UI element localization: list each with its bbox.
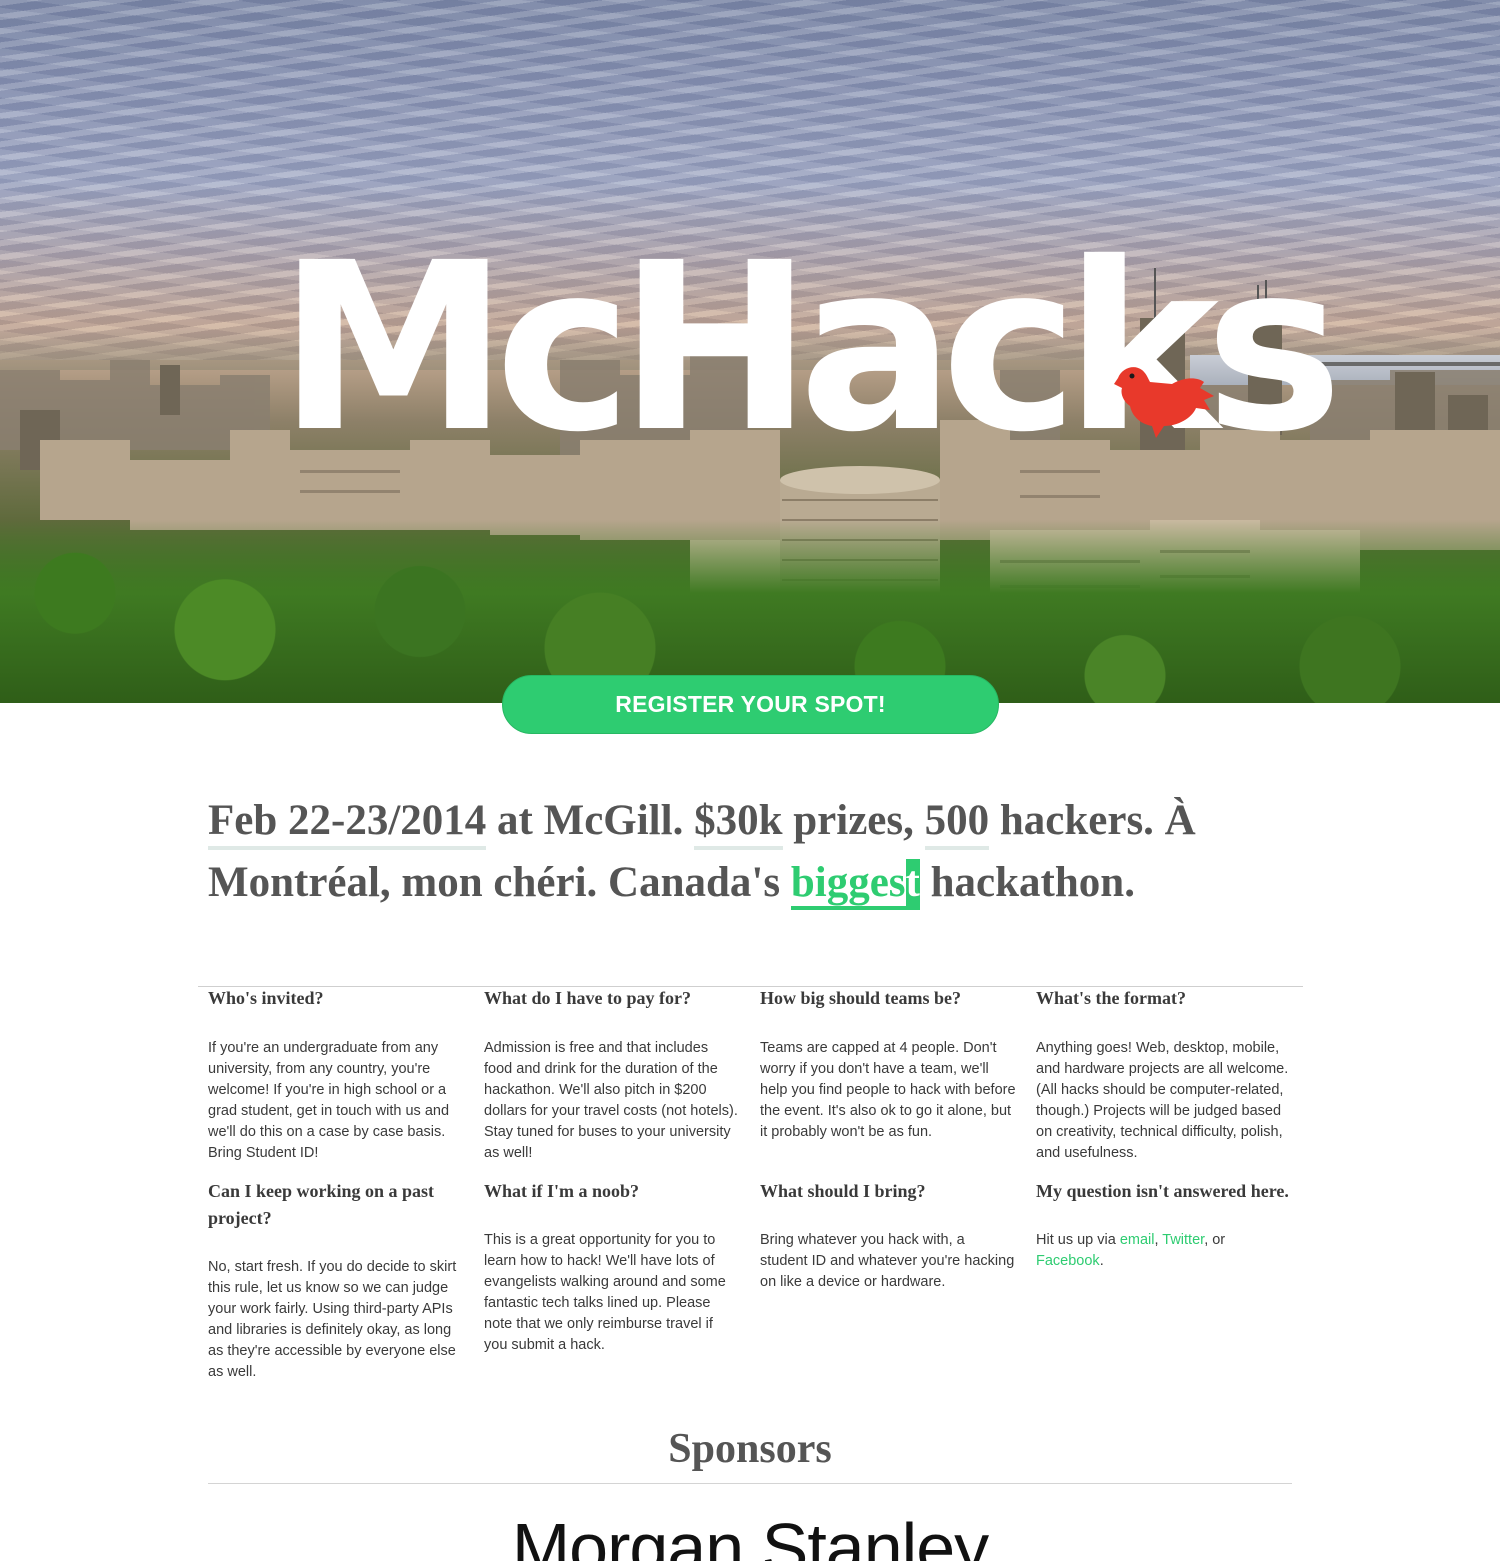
separator: , or (1204, 1232, 1226, 1248)
faq-answer: This is a great opportunity for you to l… (484, 1232, 726, 1353)
faq-item: What do I have to pay for? Admission is … (484, 986, 740, 1179)
faq-grid: Who's invited? If you're an undergraduat… (208, 986, 1300, 1383)
faq-answer: Admission is free and that includes food… (484, 1040, 738, 1161)
faq-question: What if I'm a noob? (484, 1181, 640, 1201)
red-bird-icon (1114, 367, 1214, 438)
biggest-text: bigges (790, 859, 906, 906)
event-date: Feb 22-23/2014 (208, 797, 487, 850)
faq-item: My question isn't answered here. Hit us … (1036, 1179, 1292, 1383)
sponsors-divider (208, 1483, 1292, 1484)
faq-item: How big should teams be? Teams are cappe… (760, 986, 1016, 1179)
faq-question: How big should teams be? (760, 988, 962, 1008)
faq-answer: If you're an undergraduate from any univ… (208, 1040, 450, 1161)
hero-banner: McHacks (0, 0, 1500, 703)
faq-answer: Anything goes! Web, desktop, mobile, and… (1036, 1040, 1289, 1161)
tagline-prizes: prizes, (782, 797, 925, 844)
faq-question: What should I bring? (760, 1181, 926, 1201)
sponsors-heading: Sponsors (668, 1426, 832, 1472)
contact-prefix: Hit us up via (1036, 1232, 1120, 1248)
register-button[interactable]: REGISTER YOUR SPOT! (502, 675, 999, 734)
morgan-stanley-logo[interactable]: Morgan Stanley (0, 1508, 1500, 1561)
faq-item: What if I'm a noob? This is a great oppo… (484, 1179, 740, 1383)
twitter-link[interactable]: Twitter (1162, 1232, 1204, 1248)
hacker-count: 500 (924, 797, 990, 850)
faq-question: Can I keep working on a past project? (208, 1181, 435, 1228)
faq-question: What do I have to pay for? (484, 988, 692, 1008)
faq-answer: No, start fresh. If you do decide to ski… (208, 1259, 457, 1380)
prize-amount: $30k (694, 797, 783, 850)
mchacks-logo: McHacks (278, 213, 1343, 483)
biggest-highlight: biggest (790, 859, 920, 910)
tagline-end: hackathon. (919, 859, 1135, 906)
faq-item: What's the format? Anything goes! Web, d… (1036, 986, 1292, 1179)
faq-answer: Bring whatever you hack with, a student … (760, 1232, 1015, 1290)
faq-answer: Teams are capped at 4 people. Don't worr… (760, 1040, 1016, 1140)
contact-suffix: . (1099, 1253, 1104, 1269)
event-tagline: Feb 22-23/2014 at McGill. $30k prizes, 5… (208, 790, 1298, 914)
faq-question: Who's invited? (208, 988, 324, 1008)
faq-question: My question isn't answered here. (1036, 1181, 1289, 1201)
faq-item: Can I keep working on a past project? No… (208, 1179, 464, 1383)
email-link[interactable]: email (1120, 1232, 1155, 1248)
faq-answer: Hit us up via email, Twitter, or Faceboo… (1036, 1230, 1292, 1272)
faq-question: What's the format? (1036, 988, 1186, 1008)
facebook-link[interactable]: Facebook (1036, 1253, 1100, 1269)
faq-item: Who's invited? If you're an undergraduat… (208, 986, 464, 1179)
typing-cursor: t (905, 859, 920, 906)
faq-item: What should I bring? Bring whatever you … (760, 1179, 1016, 1383)
tagline-at: at McGill. (486, 797, 695, 844)
